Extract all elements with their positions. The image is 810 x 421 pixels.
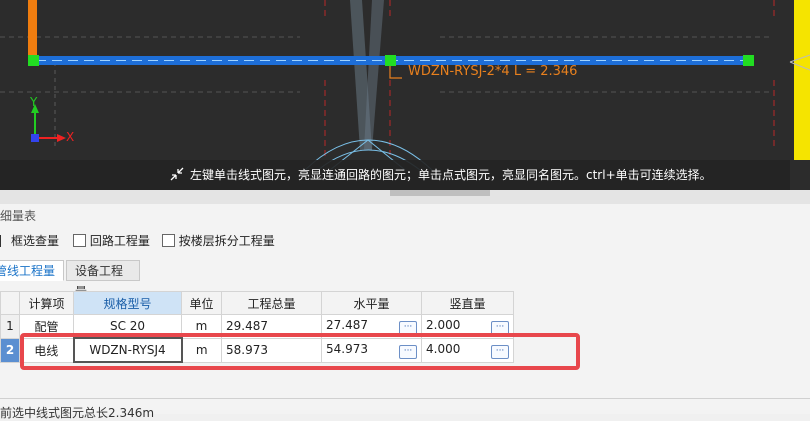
vertical-value: 2.000 <box>426 317 461 332</box>
annotation-highlight-box <box>20 333 580 370</box>
option-split-by-floor[interactable]: 按楼层拆分工程量 <box>161 234 275 248</box>
header-row-number <box>0 291 20 315</box>
split-by-floor-checkbox[interactable] <box>161 234 175 247</box>
header-horizontal[interactable]: 水平量 <box>321 291 422 315</box>
option-loop-quantity[interactable]: 回路工程量 <box>72 234 154 248</box>
header-vertical[interactable]: 竖直量 <box>421 291 514 315</box>
tab-pipe-quantity[interactable]: 管线工程量 <box>0 260 64 281</box>
header-unit[interactable]: 单位 <box>181 291 222 315</box>
row-number[interactable]: 1 <box>0 314 20 339</box>
status-text: 当前选中线式图元总长2.346m <box>0 406 155 420</box>
option-label: 框选查量 <box>11 234 60 248</box>
row-number[interactable]: 2 <box>0 337 20 363</box>
option-label: 按楼层拆分工程量 <box>178 234 275 248</box>
option-box-select[interactable]: 框选查量 <box>0 234 63 248</box>
loop-quantity-checkbox[interactable] <box>72 234 86 247</box>
selection-icon <box>0 235 9 247</box>
cad-canvas[interactable]: Y X WDZN-RYSJ-2*4 L = 2.346 左键单击线式图元，亮显连… <box>0 0 810 190</box>
horizontal-value: 27.487 <box>326 317 368 332</box>
compress-icon <box>170 167 184 181</box>
axis-y-label: Y <box>30 95 38 109</box>
axis-x-label: X <box>66 130 75 144</box>
options-row: 框选查量 回路工程量 按楼层拆分工程量 <box>0 232 275 249</box>
hint-bar: 左键单击线式图元，亮显连通回路的图元；单击点式图元，亮显同名图元。ctrl+单击… <box>0 160 790 190</box>
header-spec[interactable]: 规格型号 <box>73 291 182 315</box>
header-item[interactable]: 计算项 <box>19 291 74 315</box>
status-divider <box>0 398 810 399</box>
panel-title: 明细量表 <box>0 209 37 223</box>
option-label: 回路工程量 <box>89 234 150 248</box>
splitter-grip[interactable] <box>390 190 490 196</box>
header-total[interactable]: 工程总量 <box>221 291 322 315</box>
pipe-dimension-label: WDZN-RYSJ-2*4 L = 2.346 <box>408 64 578 79</box>
tab-equipment-quantity[interactable]: 设备工程量 <box>66 260 140 299</box>
table-header-row: 计算项 规格型号 单位 工程总量 水平量 竖直量 <box>0 291 514 315</box>
hint-text: 左键单击线式图元，亮显连通回路的图元；单击点式图元，亮显同名图元。ctrl+单击… <box>190 168 712 182</box>
